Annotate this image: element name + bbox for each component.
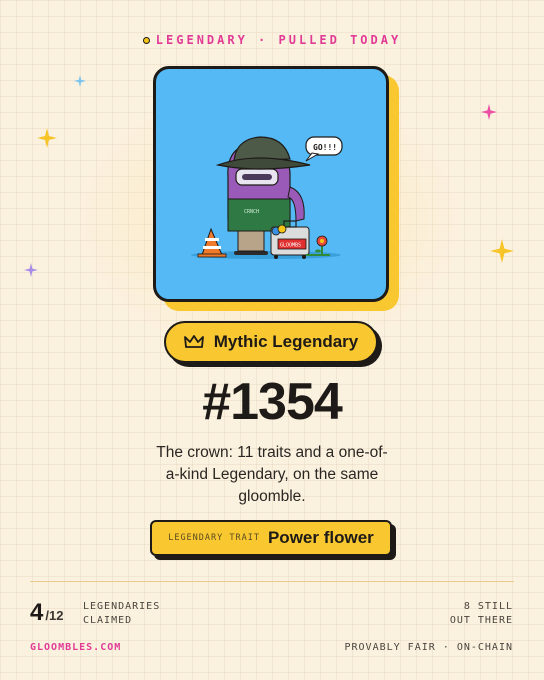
divider: [30, 581, 514, 582]
rarity-label: Mythic Legendary: [213, 332, 359, 351]
status-dot-icon: [142, 36, 150, 44]
description-text: The crown: 11 traits and a one-of-a-kind…: [156, 444, 388, 505]
remaining-line-1: 8 STILL: [463, 601, 513, 612]
trait-label: LEGENDARY TRAIT: [168, 533, 260, 543]
svg-text:GLOOMBS: GLOOMBS: [280, 243, 301, 249]
legendary-trait-tag: LEGENDARY TRAIT Power flower: [150, 520, 392, 556]
site-link[interactable]: GLOOMBLES.COM: [30, 641, 121, 655]
claimed-count: 4 /12: [30, 599, 63, 627]
remaining-label: 8 STILL OUT THERE: [450, 600, 513, 628]
claimed-label-line-1: LEGENDARIES: [83, 601, 161, 612]
rarity-badge: Mythic Legendary: [164, 321, 378, 363]
flower-icon: [315, 235, 328, 255]
crown-icon: [183, 335, 204, 348]
sparkle-icon: [74, 75, 86, 87]
sparkle-icon: [481, 104, 497, 120]
nft-card-image[interactable]: CRNCH GO!!! GLOOMBS: [153, 66, 389, 302]
footer-tagline: PROVABLY FAIR · ON-CHAIN: [344, 642, 513, 653]
trait-value: Power flower: [267, 528, 374, 547]
claimed-label: LEGENDARIES CLAIMED: [83, 600, 160, 628]
token-number: #1354: [202, 373, 343, 431]
eyebrow-text: LEGENDARY · PULLED TODAY: [155, 33, 402, 47]
claimed-number: 4: [30, 599, 44, 626]
remaining-line-2: OUT THERE: [449, 615, 513, 626]
gloomble-character-illustration: CRNCH GO!!! GLOOMBS: [191, 136, 343, 259]
claimed-label-line-2: CLAIMED: [83, 615, 133, 626]
sparkle-icon: [24, 263, 38, 277]
svg-text:GO!!!: GO!!!: [313, 143, 337, 152]
sparkle-icon: [490, 239, 514, 263]
sparkle-icon: [37, 128, 57, 148]
claimed-total: /12: [45, 608, 64, 623]
svg-text:CRNCH: CRNCH: [244, 209, 259, 215]
eyebrow-header: LEGENDARY · PULLED TODAY: [0, 33, 544, 47]
